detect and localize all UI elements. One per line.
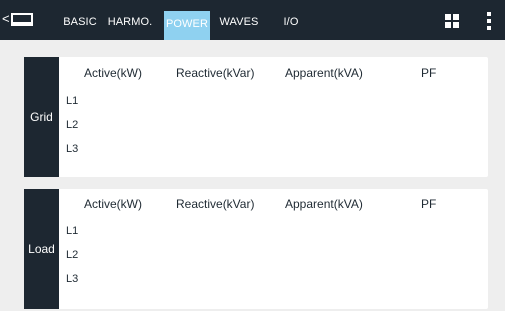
panel-side-label: Grid — [24, 57, 59, 177]
column-header-active: Active(kW) — [84, 197, 142, 211]
column-header-apparent: Apparent(kVA) — [285, 197, 363, 211]
column-header-reactive: Reactive(kVar) — [176, 66, 255, 80]
grid-icon[interactable] — [445, 14, 459, 28]
tab-power[interactable]: POWER — [164, 11, 210, 40]
tab-io[interactable]: I/O — [276, 7, 306, 37]
row-label-l2: L2 — [66, 249, 79, 261]
monitor-icon[interactable] — [11, 13, 33, 27]
row-label-l2: L2 — [66, 119, 79, 131]
column-header-active: Active(kW) — [84, 66, 142, 80]
column-header-apparent: Apparent(kVA) — [285, 66, 363, 80]
tab-basic[interactable]: BASIC — [60, 7, 100, 37]
tab-waves[interactable]: WAVES — [214, 7, 264, 37]
column-header-pf: PF — [421, 197, 437, 211]
more-vertical-icon[interactable] — [486, 11, 492, 31]
tab-harmonics[interactable]: HARMO. — [101, 7, 159, 37]
grid-power-panel: Grid Active(kW) Reactive(kVar) Apparent(… — [24, 57, 488, 177]
back-icon[interactable]: < — [2, 12, 10, 26]
row-label-l3: L3 — [66, 143, 79, 155]
panel-side-label: Load — [24, 189, 59, 309]
column-header-pf: PF — [421, 66, 437, 80]
load-power-panel: Load Active(kW) Reactive(kVar) Apparent(… — [24, 189, 488, 309]
top-toolbar: < BASIC HARMO. POWER WAVES I/O — [0, 0, 505, 40]
row-label-l1: L1 — [66, 95, 79, 107]
row-label-l1: L1 — [66, 225, 79, 237]
column-header-reactive: Reactive(kVar) — [176, 197, 255, 211]
row-label-l3: L3 — [66, 273, 79, 285]
